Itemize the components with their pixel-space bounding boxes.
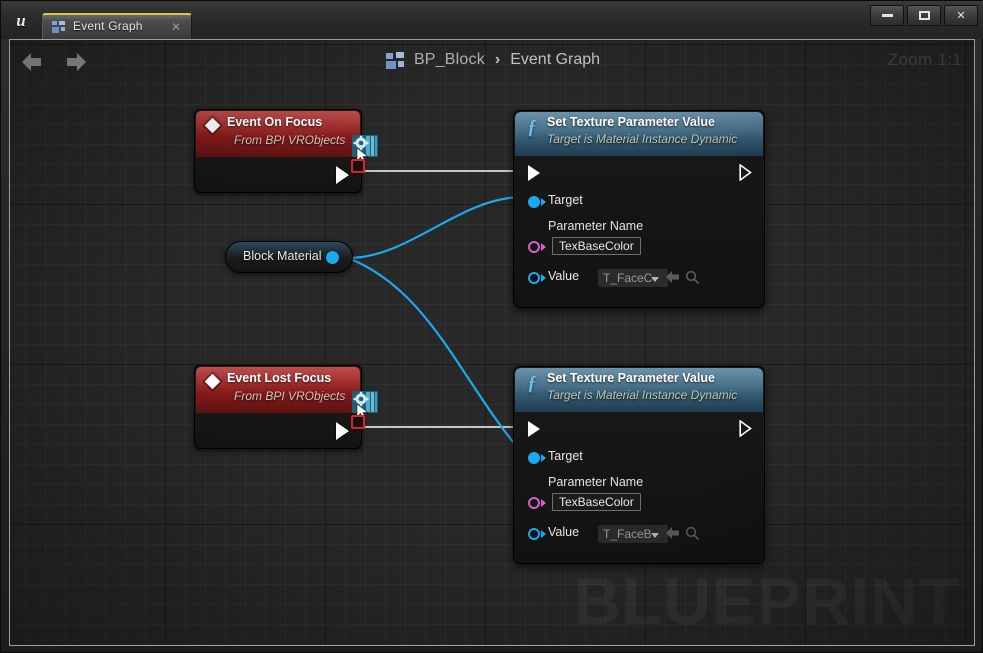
row-value: Value T_FaceC	[524, 267, 754, 293]
exec-output-pin[interactable]	[739, 419, 752, 438]
parameter-name-pin-arrow-icon	[541, 499, 546, 507]
minimize-icon	[881, 14, 893, 17]
node-event-on-focus[interactable]: Event On Focus From BPI VRObjects	[194, 109, 362, 193]
value-pin-label: Value	[548, 269, 580, 283]
window-controls: ✕	[870, 5, 978, 26]
row-parameter-name: Parameter Name TexBaseColor	[524, 219, 754, 267]
node-body: Target Parameter Name TexBaseColor Value…	[514, 413, 764, 549]
svg-text:u: u	[16, 11, 25, 30]
node-title: Set Texture Parameter Value	[547, 115, 715, 129]
close-icon: ✕	[956, 9, 966, 22]
target-pin-arrow-icon	[541, 198, 546, 206]
node-subtitle: From BPI VRObjects	[234, 389, 346, 403]
exec-input-pin[interactable]	[528, 165, 540, 181]
unreal-engine-logo-icon: u	[8, 7, 34, 33]
value-pin-arrow-icon	[541, 274, 546, 282]
title-bar: u Event Graph ✕ ✕	[1, 1, 983, 39]
function-icon: ƒ	[527, 372, 537, 394]
node-subtitle: Target is Material Instance Dynamic	[547, 388, 738, 402]
value-input-pin[interactable]	[528, 528, 540, 540]
minimize-button[interactable]	[870, 5, 904, 26]
target-pin-label: Target	[548, 449, 583, 463]
parameter-name-input-pin[interactable]	[528, 241, 540, 253]
unreal-blueprint-editor-window: u Event Graph ✕ ✕ BP_Block › Event Graph…	[0, 0, 983, 653]
parameter-name-pin-arrow-icon	[541, 243, 546, 251]
back-button[interactable]	[20, 50, 46, 74]
maximize-icon	[918, 11, 930, 20]
left-arrow-icon	[666, 271, 679, 283]
interface-event-badge	[351, 415, 365, 429]
exec-output-pin[interactable]	[336, 166, 349, 184]
function-icon: ƒ	[527, 116, 537, 138]
forward-button[interactable]	[62, 50, 88, 74]
node-title: Event Lost Focus	[227, 371, 332, 385]
row-value: Value T_FaceB	[524, 523, 754, 549]
node-body: Target Parameter Name TexBaseColor Value…	[514, 157, 764, 293]
row-exec	[524, 157, 754, 189]
parameter-name-label: Parameter Name	[548, 219, 644, 233]
node-event-lost-focus[interactable]: Event Lost Focus From BPI VRObjects	[194, 365, 362, 449]
node-title: Event On Focus	[227, 115, 323, 129]
target-input-pin[interactable]	[528, 452, 540, 464]
browse-to-asset-button[interactable]	[685, 270, 699, 289]
parameter-name-label: Parameter Name	[548, 475, 644, 489]
graph-grid	[10, 40, 974, 645]
chevron-down-icon	[651, 277, 659, 282]
exec-output-pin[interactable]	[336, 422, 349, 440]
node-subtitle: Target is Material Instance Dynamic	[547, 132, 738, 146]
row-target: Target	[524, 445, 754, 475]
browse-to-asset-button[interactable]	[685, 526, 699, 545]
node-header: ƒ Set Texture Parameter Value Target is …	[515, 368, 763, 412]
value-pin-label: Value	[548, 525, 580, 539]
variable-label: Block Material	[243, 249, 322, 263]
value-input-pin[interactable]	[528, 272, 540, 284]
close-button[interactable]: ✕	[944, 5, 978, 26]
parameter-name-input[interactable]: TexBaseColor	[552, 237, 641, 255]
node-set-texture-parameter-value-1[interactable]: ƒ Set Texture Parameter Value Target is …	[513, 110, 765, 308]
event-graph-canvas[interactable]: BP_Block › Event Graph Zoom 1:1 Event On…	[9, 39, 975, 646]
event-diamond-icon	[201, 370, 224, 393]
blueprint-watermark: BLUEPRINT	[573, 564, 960, 638]
event-diamond-icon	[201, 114, 224, 137]
parameter-name-input[interactable]: TexBaseColor	[552, 493, 641, 511]
node-header: ƒ Set Texture Parameter Value Target is …	[515, 112, 763, 156]
node-subtitle: From BPI VRObjects	[234, 133, 346, 147]
tab-label: Event Graph	[73, 19, 143, 33]
maximize-button[interactable]	[907, 5, 941, 26]
tab-event-graph[interactable]: Event Graph ✕	[42, 13, 192, 39]
exec-triangle-icon	[739, 419, 752, 438]
row-parameter-name: Parameter Name TexBaseColor	[524, 475, 754, 523]
node-set-texture-parameter-value-2[interactable]: ƒ Set Texture Parameter Value Target is …	[513, 366, 765, 564]
output-object-pin[interactable]	[326, 251, 339, 264]
exec-output-pin[interactable]	[739, 163, 752, 182]
parameter-name-input-pin[interactable]	[528, 497, 540, 509]
row-exec	[524, 413, 754, 445]
blueprint-icon	[52, 21, 66, 33]
target-pin-label: Target	[548, 193, 583, 207]
left-arrow-icon	[666, 527, 679, 539]
chevron-down-icon	[651, 533, 659, 538]
interface-event-badge	[351, 159, 365, 173]
node-block-material[interactable]: Block Material	[225, 241, 353, 273]
node-header: Event On Focus From BPI VRObjects	[196, 111, 360, 157]
use-selected-asset-button[interactable]	[665, 270, 681, 289]
forward-arrow-icon	[67, 53, 86, 71]
node-title: Set Texture Parameter Value	[547, 371, 715, 385]
zoom-level-label: Zoom 1:1	[887, 50, 962, 69]
target-pin-arrow-icon	[541, 454, 546, 462]
close-icon[interactable]: ✕	[171, 20, 181, 34]
ue-glyph: u	[16, 11, 25, 30]
search-icon	[685, 526, 699, 540]
exec-triangle-icon	[739, 163, 752, 182]
exec-input-pin[interactable]	[528, 421, 540, 437]
search-icon	[685, 270, 699, 284]
target-input-pin[interactable]	[528, 196, 540, 208]
back-arrow-icon	[22, 53, 41, 71]
value-pin-arrow-icon	[541, 530, 546, 538]
use-selected-asset-button[interactable]	[665, 526, 681, 545]
node-header: Event Lost Focus From BPI VRObjects	[196, 367, 360, 413]
row-target: Target	[524, 189, 754, 219]
